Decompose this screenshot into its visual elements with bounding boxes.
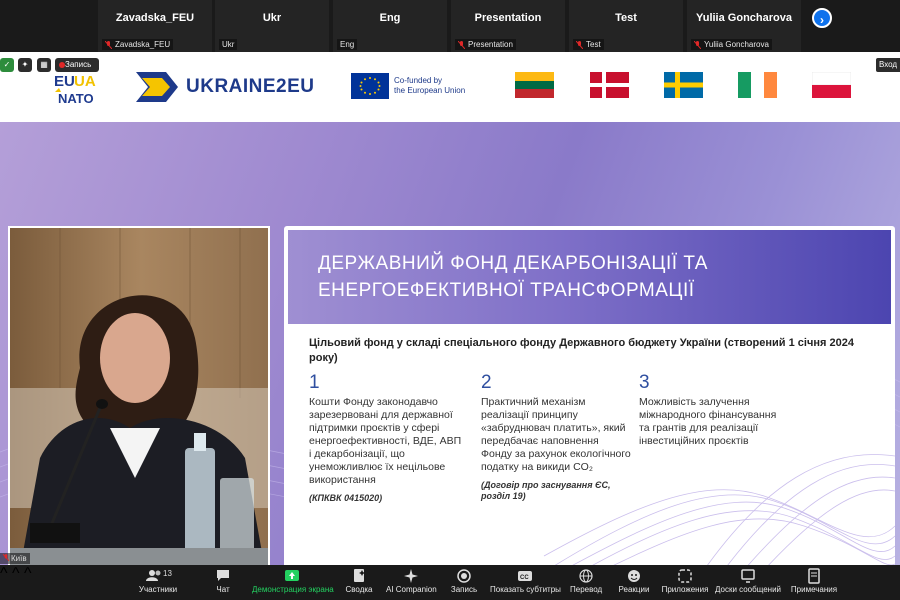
point-number: 1: [309, 372, 320, 393]
whiteboards-button[interactable]: Доски сообщений: [714, 568, 782, 595]
chevron-up-icon[interactable]: ^: [0, 565, 8, 582]
participant-name: Ukr: [262, 12, 282, 24]
slide-header: ДЕРЖАВНИЙ ФОНД ДЕКАРБОНІЗАЦІЇ ТА ЕНЕРГОЕ…: [288, 230, 891, 324]
participant-name: Eng: [379, 12, 401, 24]
lithuania-flag-icon: [515, 72, 554, 98]
speaker-video[interactable]: [8, 226, 270, 565]
participant-label: Test: [573, 39, 604, 50]
smiley-icon: [617, 568, 651, 585]
chevron-up-icon[interactable]: ^: [12, 565, 20, 582]
summary-button[interactable]: Сводка: [342, 568, 376, 595]
mic-muted-icon: [576, 40, 583, 49]
next-page-button[interactable]: ›: [812, 8, 832, 28]
slide-point: 1 Кошти Фонду законодавчо зарезервовані …: [309, 372, 464, 504]
captions-button[interactable]: CC Показать субтитры: [490, 568, 561, 595]
notes-button[interactable]: Примечания: [790, 568, 838, 595]
participant-tile[interactable]: Yuliia Goncharova Yuliia Goncharova: [687, 0, 801, 52]
participant-tile[interactable]: Presentation Presentation: [451, 0, 565, 52]
slide-point: 2 Практичний механізм реалізації принцип…: [481, 372, 631, 502]
svg-text:NATO: NATO: [58, 91, 94, 106]
participant-label: Yuliia Goncharova: [691, 39, 772, 50]
chat-icon: [210, 568, 236, 585]
annotate-icon[interactable]: ✦: [18, 58, 32, 72]
chevron-up-icon[interactable]: ^: [24, 565, 32, 582]
participant-tile[interactable]: Ukr Ukr: [215, 0, 329, 52]
mic-muted-icon: [694, 40, 701, 49]
apps-icon: [660, 568, 710, 585]
participant-tile[interactable]: Zavadska_FEU Zavadska_FEU: [98, 0, 212, 52]
participant-label: Presentation: [455, 39, 516, 50]
share-screen-button[interactable]: Демонстрация экрана: [252, 568, 334, 595]
summary-icon: [342, 568, 376, 585]
slide-title: ДЕРЖАВНИЙ ФОНД ДЕКАРБОНІЗАЦІЇ ТА ЕНЕРГОЕ…: [318, 253, 708, 301]
record-dot-icon: [59, 62, 65, 68]
presentation-area: ДЕРЖАВНИЙ ФОНД ДЕКАРБОНІЗАЦІЇ ТА ЕНЕРГОЕ…: [0, 122, 900, 565]
eu-ua-nato-logo: EU UA NATO: [52, 70, 104, 110]
denmark-flag-icon: [590, 72, 629, 98]
whiteboard-icon: [714, 568, 782, 585]
participants-button[interactable]: 13 Участники: [135, 568, 181, 595]
poland-flag-icon: [811, 71, 852, 98]
notes-icon: [790, 568, 838, 585]
view-options-icon[interactable]: ▦: [37, 58, 51, 72]
point-text: Кошти Фонду законодавчо зарезервовані дл…: [309, 396, 462, 486]
ukraine2eu-logo: UKRAINE2EU: [136, 70, 316, 104]
point-number: 3: [639, 372, 650, 393]
svg-text:CC: CC: [520, 575, 529, 581]
translate-button[interactable]: Перевод: [570, 568, 602, 595]
point-number: 2: [481, 372, 492, 393]
eu-cofunded-text: Co-funded by the European Union: [394, 76, 466, 95]
share-screen-icon: [252, 568, 332, 585]
participant-name: Yuliia Goncharova: [696, 12, 792, 24]
participant-label: Zavadska_FEU: [102, 39, 174, 50]
chat-button[interactable]: Чат: [210, 568, 236, 595]
mic-muted-icon: [105, 40, 112, 49]
mic-muted-icon: [2, 553, 10, 563]
participant-name: Presentation: [474, 12, 542, 24]
svg-text:13: 13: [163, 569, 172, 578]
point-text: Практичний механізм реалізації принципу …: [481, 396, 631, 473]
mic-muted-icon: [458, 40, 465, 49]
chevron-right-icon: ›: [820, 13, 824, 27]
participant-label: Ukr: [219, 39, 238, 50]
ai-companion-button[interactable]: AI Companion: [386, 568, 437, 595]
participant-name: Test: [615, 12, 637, 24]
meeting-toolbar: 13 Участники ^ Чат ^ Демонстрация экрана…: [0, 565, 900, 600]
eu-flag-icon: [351, 73, 389, 99]
reactions-button[interactable]: Реакции: [617, 568, 651, 595]
participant-tile[interactable]: Eng Eng: [333, 0, 447, 52]
security-shield-icon[interactable]: ✓: [0, 58, 14, 72]
record-button[interactable]: Запись: [448, 568, 480, 595]
participant-name: Zavadska_FEU: [115, 12, 195, 24]
participant-label: Eng: [337, 39, 358, 50]
point-note: (КПКВК 0415020): [309, 493, 383, 503]
presentation-slide: ДЕРЖАВНИЙ ФОНД ДЕКАРБОНІЗАЦІЇ ТА ЕНЕРГОЕ…: [284, 226, 895, 565]
point-text: Можливість залучення міжнародного фінанс…: [639, 396, 777, 447]
sparkle-icon: [386, 568, 436, 585]
captions-icon: CC: [490, 568, 560, 585]
ireland-flag-icon: [738, 72, 777, 98]
participants-icon: 13: [135, 568, 181, 585]
slide-subtitle: Цільовий фонд у складі спеціального фонд…: [309, 337, 854, 364]
point-note: (Договір про заснування ЄС, розділ 19): [481, 480, 611, 501]
participant-strip: Zavadska_FEU Zavadska_FEU Ukr Ukr Eng En…: [0, 0, 900, 52]
shared-screen: ✓ ✦ ▦ Запись Вход EU UA NATO UKRAINE2EU: [0, 52, 900, 565]
globe-icon: [570, 568, 602, 585]
svg-text:UA: UA: [74, 73, 96, 90]
sweden-flag-icon: [664, 72, 703, 98]
record-icon: [448, 568, 480, 585]
video-name-label: Київ: [0, 553, 30, 564]
enter-button[interactable]: Вход: [876, 58, 900, 72]
slide-banner: ✓ ✦ ▦ Запись Вход EU UA NATO UKRAINE2EU: [0, 52, 900, 122]
slide-point: 3 Можливість залучення міжнародного фіна…: [639, 372, 789, 448]
svg-text:EU: EU: [54, 73, 75, 90]
participant-tile[interactable]: Test Test: [569, 0, 683, 52]
apps-button[interactable]: Приложения: [660, 568, 710, 595]
